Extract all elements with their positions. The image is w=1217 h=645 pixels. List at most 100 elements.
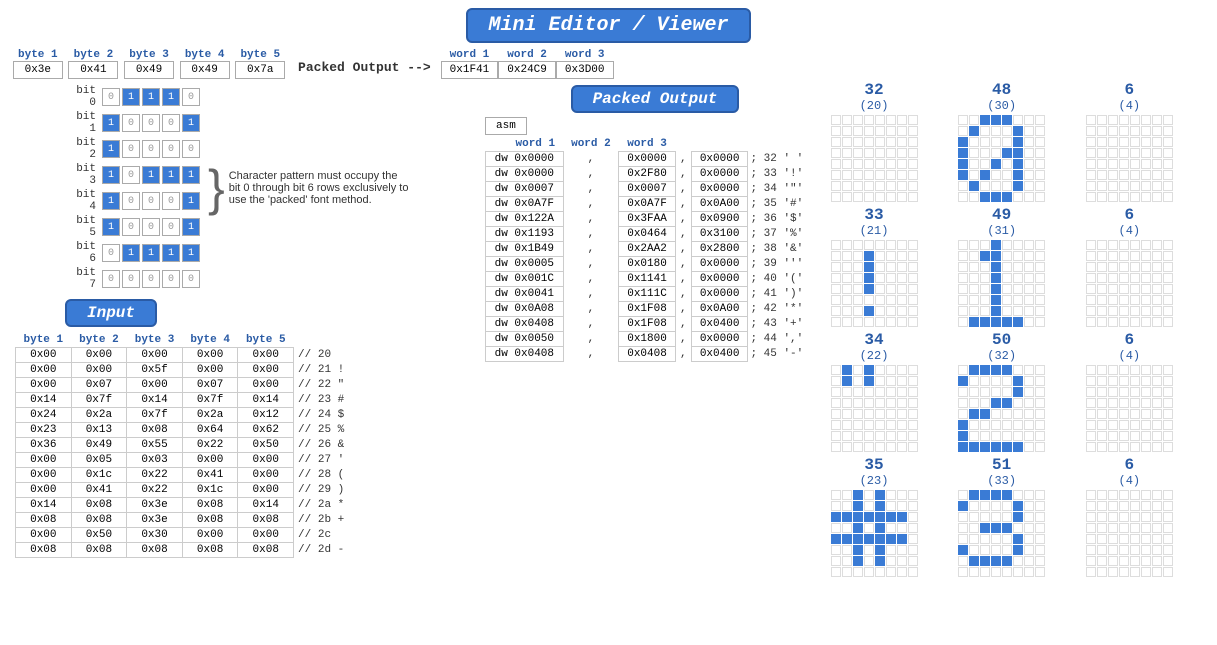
pixel-1-36 — [1002, 159, 1012, 169]
pixel-2-47 — [1163, 170, 1173, 180]
bit-cell-0-3[interactable]: 1 — [162, 88, 180, 106]
bit-cell-6-4[interactable]: 1 — [182, 244, 200, 262]
bit-cell-5-1[interactable]: 0 — [122, 218, 140, 236]
pixel-8-3 — [1119, 365, 1129, 375]
input-cell-11-5: // 2b + — [294, 513, 353, 528]
bit-cell-4-0[interactable]: 1 — [102, 192, 120, 210]
bit-cell-1-3[interactable]: 0 — [162, 114, 180, 132]
pixel-10-12 — [1002, 501, 1012, 511]
bit-cell-7-0[interactable]: 0 — [102, 270, 120, 288]
pixel-0-58 — [853, 192, 863, 202]
pixel-2-42 — [1108, 170, 1118, 180]
asm-tab[interactable]: asm — [485, 117, 527, 135]
bit-cell-3-4[interactable]: 1 — [182, 166, 200, 184]
pixel-2-9 — [1097, 126, 1107, 136]
bit-cell-2-0[interactable]: 1 — [102, 140, 120, 158]
pixel-1-45 — [1013, 170, 1023, 180]
pixel-5-34 — [1108, 284, 1118, 294]
bit-cell-1-4[interactable]: 1 — [182, 114, 200, 132]
pixel-0-19 — [864, 137, 874, 147]
pixel-1-53 — [1013, 181, 1023, 191]
pixel-11-1 — [1097, 490, 1107, 500]
pixel-9-40 — [831, 545, 841, 555]
bit-cell-5-2[interactable]: 0 — [142, 218, 160, 236]
pixel-11-61 — [1141, 567, 1151, 577]
pixel-7-12 — [1002, 376, 1012, 386]
pixel-8-29 — [1141, 398, 1151, 408]
bit-cell-2-3[interactable]: 0 — [162, 140, 180, 158]
pixel-0-57 — [842, 192, 852, 202]
pixel-1-63 — [1035, 192, 1045, 202]
pixel-4-11 — [991, 251, 1001, 261]
bit-cell-7-2[interactable]: 0 — [142, 270, 160, 288]
pixel-5-37 — [1141, 284, 1151, 294]
bit-cell-5-0[interactable]: 1 — [102, 218, 120, 236]
bit-cell-0-4[interactable]: 0 — [182, 88, 200, 106]
input-cell-6-2: 0x55 — [127, 438, 183, 453]
pixel-11-23 — [1163, 512, 1173, 522]
pixel-6-47 — [908, 420, 918, 430]
pixel-10-11 — [991, 501, 1001, 511]
bit-cell-6-3[interactable]: 1 — [162, 244, 180, 262]
out-comma1-4: , — [563, 212, 619, 227]
bit-cell-3-3[interactable]: 1 — [162, 166, 180, 184]
input-cell-10-0: 0x14 — [16, 498, 72, 513]
app-title: Mini Editor / Viewer — [466, 8, 750, 43]
bit-cell-4-1[interactable]: 0 — [122, 192, 140, 210]
bit-cell-3-1[interactable]: 0 — [122, 166, 140, 184]
bit-cell-7-3[interactable]: 0 — [162, 270, 180, 288]
out-comment-1: ; 33 '!' — [748, 167, 806, 182]
pixel-10-2 — [980, 490, 990, 500]
bit-cell-5-3[interactable]: 0 — [162, 218, 180, 236]
bit-cell-1-2[interactable]: 0 — [142, 114, 160, 132]
top-word-labels: word 1 0x1F41word 2 0x24C9word 3 0x3D00 — [441, 49, 614, 79]
pixel-9-53 — [886, 556, 896, 566]
header: Mini Editor / Viewer — [0, 0, 1217, 47]
bit-cell-4-4[interactable]: 1 — [182, 192, 200, 210]
pixel-10-20 — [1002, 512, 1012, 522]
input-cell-7-2: 0x03 — [127, 453, 183, 468]
pixel-5-22 — [1152, 262, 1162, 272]
pixel-9-1 — [842, 490, 852, 500]
pixel-1-33 — [969, 159, 979, 169]
pixel-11-32 — [1086, 534, 1096, 544]
bit-cell-6-1[interactable]: 1 — [122, 244, 140, 262]
out-comma1-12: , — [563, 332, 619, 347]
out-w1-13: dw 0x0408 — [486, 347, 564, 362]
pixel-11-16 — [1086, 512, 1096, 522]
pixel-3-50 — [853, 306, 863, 316]
bit-cell-2-2[interactable]: 0 — [142, 140, 160, 158]
pixel-8-17 — [1097, 387, 1107, 397]
pixel-0-43 — [864, 170, 874, 180]
pixel-10-29 — [1013, 523, 1023, 533]
bit-cell-4-2[interactable]: 0 — [142, 192, 160, 210]
pixel-11-10 — [1108, 501, 1118, 511]
pixel-5-54 — [1152, 306, 1162, 316]
bit-cell-0-1[interactable]: 1 — [122, 88, 140, 106]
bit-cell-3-0[interactable]: 1 — [102, 166, 120, 184]
pixel-8-32 — [1086, 409, 1096, 419]
bit-cell-7-1[interactable]: 0 — [122, 270, 140, 288]
pixel-11-34 — [1108, 534, 1118, 544]
bit-cell-5-4[interactable]: 1 — [182, 218, 200, 236]
bit-cell-1-0[interactable]: 1 — [102, 114, 120, 132]
bit-cell-1-1[interactable]: 0 — [122, 114, 140, 132]
bit-cell-3-2[interactable]: 1 — [142, 166, 160, 184]
bit-cell-4-3[interactable]: 0 — [162, 192, 180, 210]
bit-cell-0-2[interactable]: 1 — [142, 88, 160, 106]
bit-cell-6-2[interactable]: 1 — [142, 244, 160, 262]
out-comment-4: ; 36 '$' — [748, 212, 806, 227]
pixel-5-14 — [1152, 251, 1162, 261]
pixel-2-34 — [1108, 159, 1118, 169]
pixel-7-47 — [1035, 420, 1045, 430]
bit-cell-6-0[interactable]: 0 — [102, 244, 120, 262]
bit-cell-0-0[interactable]: 0 — [102, 88, 120, 106]
pixel-8-33 — [1097, 409, 1107, 419]
output-table-container: word 1 word 2 word 3 dw 0x0000,0x0000,0x… — [485, 137, 825, 362]
bit-cell-7-4[interactable]: 0 — [182, 270, 200, 288]
pixel-8-56 — [1086, 442, 1096, 452]
bit-cell-2-1[interactable]: 0 — [122, 140, 140, 158]
pixel-4-6 — [1024, 240, 1034, 250]
pixel-6-34 — [853, 409, 863, 419]
bit-cell-2-4[interactable]: 0 — [182, 140, 200, 158]
